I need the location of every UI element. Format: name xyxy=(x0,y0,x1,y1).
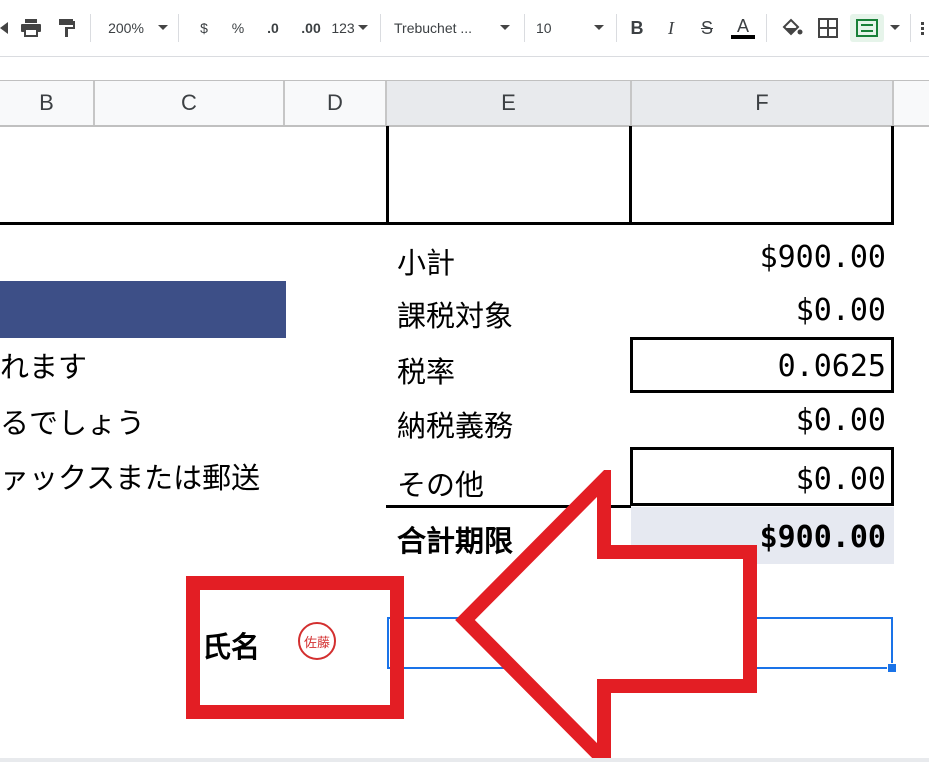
zoom-caret-icon xyxy=(158,25,168,30)
decrease-decimal-button[interactable]: .0 xyxy=(258,14,288,42)
subtotal-value[interactable]: $900.00 xyxy=(640,240,886,275)
font-select[interactable]: Trebuchet ... xyxy=(394,14,490,42)
paint-format-icon[interactable] xyxy=(54,14,80,42)
tax-rate-label: 税率 xyxy=(397,355,456,389)
bottom-strip xyxy=(0,758,929,762)
font-size-caret-icon xyxy=(594,25,604,30)
tax-rate-value[interactable]: 0.0625 xyxy=(640,349,886,384)
text-color-button[interactable]: A xyxy=(730,14,756,42)
print-icon[interactable] xyxy=(18,14,44,42)
terms-line-1: れます xyxy=(0,350,88,384)
text-color-label: A xyxy=(736,16,749,36)
toolbar: 200% $ % .0 .00 123 Trebuchet ... 10 B I… xyxy=(0,0,929,57)
terms-line-3: ァックスまたは郵送 xyxy=(0,461,261,495)
merge-caret-icon xyxy=(890,25,900,30)
cell-border xyxy=(891,126,894,224)
row-border xyxy=(0,222,894,225)
annotation-highlight-box xyxy=(186,576,404,719)
formula-bar-strip xyxy=(0,57,929,80)
fill-color-icon[interactable] xyxy=(778,14,806,42)
increase-decimal-button[interactable]: .00 xyxy=(294,14,328,42)
terms-line-2: るでしょう xyxy=(0,406,146,440)
italic-button[interactable]: I xyxy=(660,14,682,42)
merge-cells-icon[interactable] xyxy=(850,14,884,42)
cell-border xyxy=(386,126,389,224)
column-header-f[interactable]: F xyxy=(632,81,894,125)
column-header-row: B C D E F xyxy=(0,80,929,127)
font-size-select[interactable]: 10 xyxy=(536,14,566,42)
undo-icon[interactable] xyxy=(0,14,12,42)
text-color-bar xyxy=(731,35,755,39)
taxable-label: 課税対象 xyxy=(397,299,514,333)
more-formats-caret-icon xyxy=(358,25,368,30)
fill-handle[interactable] xyxy=(887,663,897,673)
more-icon[interactable] xyxy=(916,14,928,42)
currency-button[interactable]: $ xyxy=(192,14,216,42)
zoom-select[interactable]: 200% xyxy=(100,14,152,42)
percent-button[interactable]: % xyxy=(226,14,250,42)
column-header-b[interactable]: B xyxy=(0,81,95,125)
font-caret-icon xyxy=(500,25,510,30)
borders-icon[interactable] xyxy=(814,14,842,42)
cell-border xyxy=(629,126,632,224)
bold-button[interactable]: B xyxy=(626,14,648,42)
column-header-c[interactable]: C xyxy=(95,81,285,125)
header-band xyxy=(0,281,286,338)
column-header-d[interactable]: D xyxy=(285,81,387,125)
subtotal-label: 小計 xyxy=(397,246,456,280)
tax-due-value[interactable]: $0.00 xyxy=(640,403,886,438)
more-formats-button[interactable]: 123 xyxy=(328,14,358,42)
annotation-arrow-icon xyxy=(455,470,757,762)
column-header-e[interactable]: E xyxy=(387,81,632,125)
taxable-value[interactable]: $0.00 xyxy=(640,293,886,328)
tax-due-label: 納税義務 xyxy=(397,409,514,443)
strikethrough-button[interactable]: S xyxy=(696,14,718,42)
